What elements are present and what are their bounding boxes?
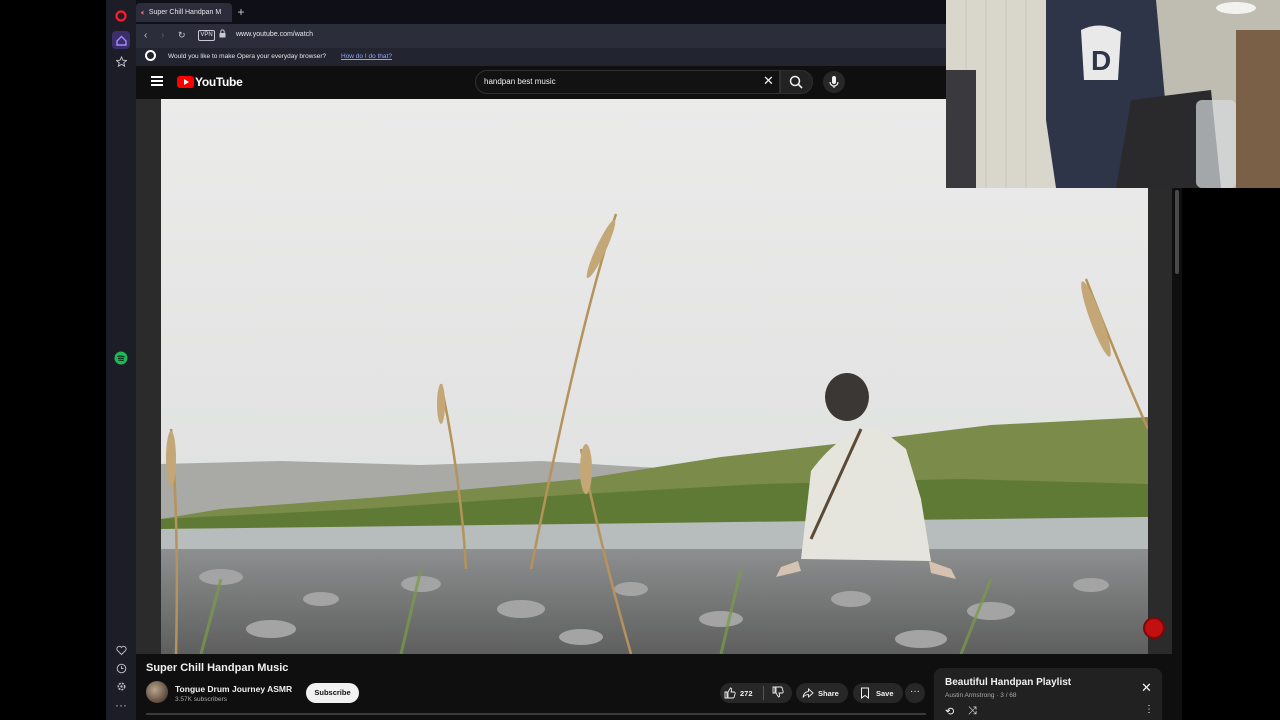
home-icon[interactable] xyxy=(112,31,130,49)
channel-avatar[interactable] xyxy=(146,681,168,703)
history-icon[interactable] xyxy=(113,660,129,676)
more-icon[interactable]: ··· xyxy=(113,697,129,713)
forward-icon[interactable]: › xyxy=(161,30,164,41)
webcam-scene: D xyxy=(946,0,1280,188)
svg-text:D: D xyxy=(1091,45,1111,76)
tab-title: Super Chill Handpan M xyxy=(148,9,222,16)
more-actions-icon[interactable]: ··· xyxy=(905,683,925,703)
opera-small-icon xyxy=(145,50,156,61)
dislike-button[interactable] xyxy=(772,686,784,700)
url-field[interactable]: www.youtube.com/watch xyxy=(236,31,313,38)
clear-search-icon[interactable]: ✕ xyxy=(763,73,774,89)
vpn-badge[interactable]: VPN xyxy=(198,30,215,41)
menu-icon[interactable] xyxy=(151,76,163,86)
star-icon[interactable] xyxy=(113,53,129,69)
thumbs-up-icon xyxy=(724,687,736,699)
webcam-overlay: D xyxy=(946,0,1280,188)
share-button[interactable]: Share xyxy=(796,683,848,703)
spotify-icon[interactable] xyxy=(113,350,129,366)
new-tab-button[interactable]: + xyxy=(235,6,247,18)
loop-icon[interactable]: ⟲ xyxy=(945,705,954,718)
subscribe-button[interactable]: Subscribe xyxy=(306,683,359,703)
like-count: 272 xyxy=(740,688,753,698)
opera-logo-icon[interactable] xyxy=(113,8,129,24)
playlist-title[interactable]: Beautiful Handpan Playlist xyxy=(945,677,1071,688)
video-title: Super Chill Handpan Music xyxy=(146,662,289,674)
search-query[interactable]: handpan best music xyxy=(484,77,556,86)
tab-strip xyxy=(136,0,947,24)
reload-icon[interactable]: ↻ xyxy=(178,30,186,41)
youtube-logo-text[interactable]: YouTube xyxy=(195,75,243,89)
infobar-message: Would you like to make Opera your everyd… xyxy=(168,53,327,60)
channel-watermark-icon[interactable] xyxy=(1143,617,1165,639)
heart-icon[interactable] xyxy=(113,642,129,658)
share-icon xyxy=(802,687,814,699)
save-label: Save xyxy=(876,688,894,698)
channel-name[interactable]: Tongue Drum Journey ASMR xyxy=(175,684,292,694)
bookmark-icon xyxy=(861,687,869,699)
close-icon[interactable]: ✕ xyxy=(1141,680,1152,696)
speaker-icon[interactable]: 🔈︎ xyxy=(141,8,146,18)
playlist-more-icon[interactable]: ⋮ xyxy=(1144,704,1154,715)
settings-icon[interactable] xyxy=(113,678,129,694)
mic-icon[interactable] xyxy=(823,71,845,93)
infobar-link[interactable]: How do I do that? xyxy=(341,53,392,60)
back-icon[interactable]: ‹ xyxy=(144,30,147,41)
share-label: Share xyxy=(818,688,839,698)
lock-icon[interactable] xyxy=(219,29,226,40)
scrollbar-thumb[interactable] xyxy=(1175,190,1179,274)
like-divider xyxy=(762,686,764,700)
playlist-meta: Austin Armstrong · 3 / 68 xyxy=(945,692,1017,699)
opera-sidebar: ··· xyxy=(106,0,136,720)
youtube-logo-icon[interactable] xyxy=(177,76,194,88)
shuffle-icon[interactable]: ⤨ xyxy=(968,705,977,718)
like-button[interactable]: 272 xyxy=(720,687,753,699)
divider xyxy=(146,713,926,715)
like-dislike-group: 272 xyxy=(720,683,792,703)
active-tab[interactable]: 🔈︎ Super Chill Handpan M xyxy=(136,3,232,22)
search-button[interactable] xyxy=(780,70,813,94)
save-button[interactable]: Save xyxy=(853,683,903,703)
subscriber-count: 3.57K subscribers xyxy=(175,696,228,703)
thumbs-down-icon xyxy=(772,686,784,698)
